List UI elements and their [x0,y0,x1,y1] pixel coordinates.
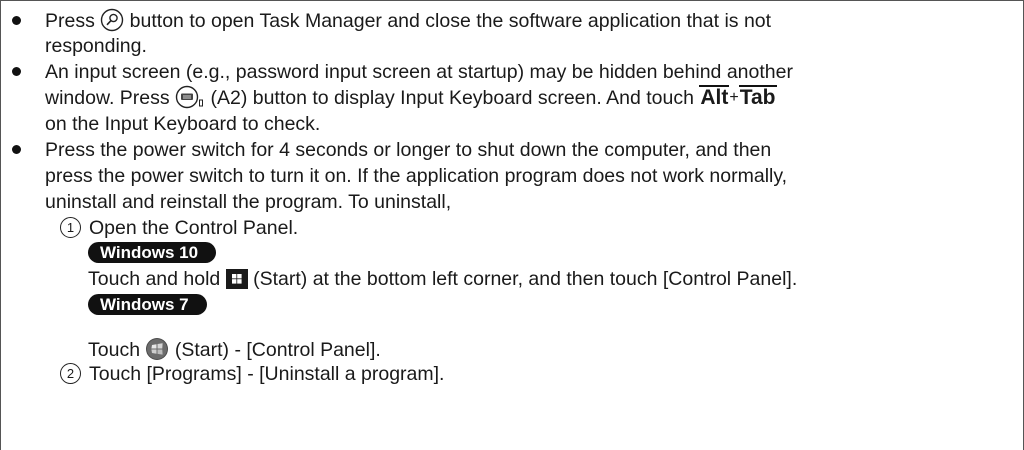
tab-key: Tab [738,85,777,109]
bullet-1-line-1: Press button to open Task Manager and cl… [45,8,771,34]
bullet-2-line-3: on the Input Keyboard to check. [45,113,321,135]
windows-10-start-icon [225,268,248,297]
bullet-3-line-3: uninstall and reinstall the program. To … [45,191,452,213]
windows-10-instruction: Touch and hold (Start) at the bottom lef… [88,266,797,292]
bullet-dot [12,145,21,154]
step-1: 1 Open the Control Panel. [60,215,298,241]
windows-7-instruction: Touch (Start) - [Control Panel]. [88,337,381,363]
windows-7-badge: Windows 7 [88,294,207,315]
bullet-3-line-2: press the power switch to turn it on. If… [45,165,788,187]
step-number-1: 1 [60,217,81,238]
plus-sign: + [729,89,739,106]
windows-10-badge: Windows 10 [88,242,217,263]
bullet-2-line-2: window. Press (A2) button to display Inp… [45,85,777,111]
bullet-3-line-1: Press the power switch for 4 seconds or … [45,139,772,161]
step-2: 2 Touch [Programs] - [Uninstall a program… [60,361,444,387]
bullet-1-line-2: responding. [45,35,147,57]
frame-top-border [0,0,1024,1]
step-number-2: 2 [60,363,81,384]
alt-key: Alt [699,85,730,109]
bullet-dot [12,16,21,25]
bullet-dot [12,67,21,76]
frame-left-border [0,0,1,450]
bullet-2-line-1: An input screen (e.g., password input sc… [45,61,793,83]
